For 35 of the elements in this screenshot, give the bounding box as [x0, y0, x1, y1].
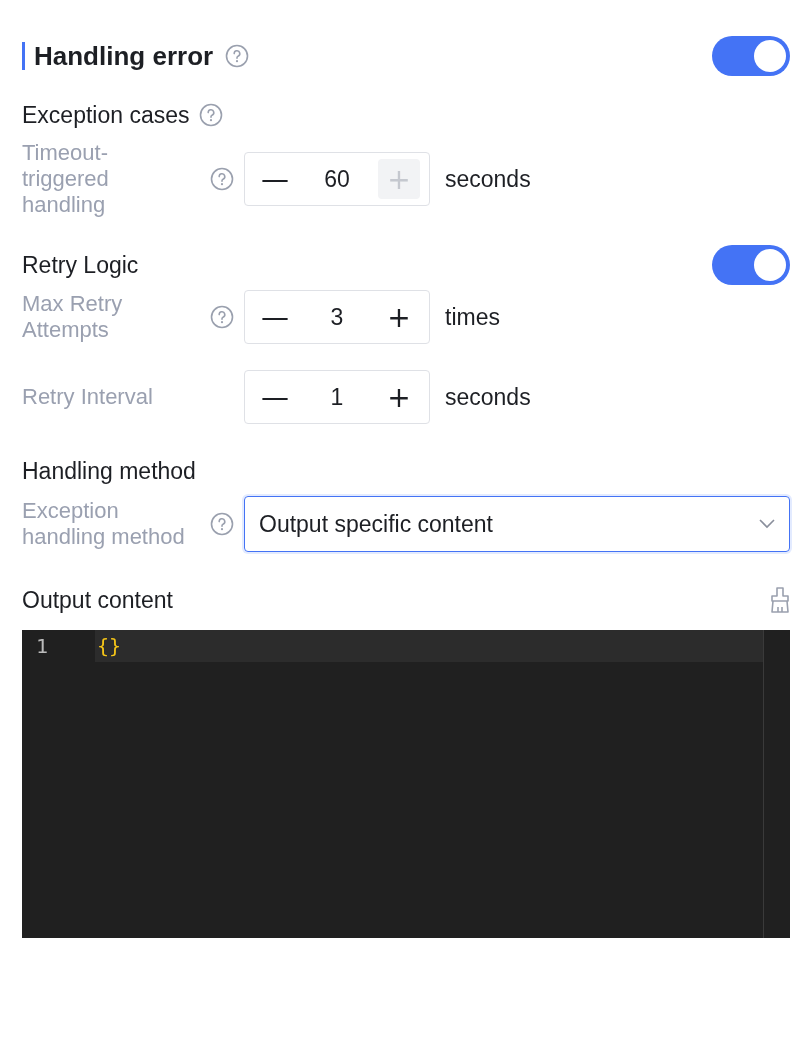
- stepper-value: 1: [330, 383, 344, 411]
- group-title: Retry Logic: [22, 251, 139, 279]
- select-field[interactable]: Output specific content: [244, 496, 790, 552]
- unit-label: seconds: [445, 165, 531, 193]
- help-icon: [210, 167, 234, 191]
- section-title: Handling error: [34, 40, 214, 72]
- field-label: Timeout-triggered handling: [22, 140, 110, 218]
- toggle-switch[interactable]: [712, 245, 790, 285]
- stepper-value: 60: [324, 165, 350, 193]
- field-label: Exception handling method: [22, 498, 186, 550]
- help-icon: [199, 103, 224, 127]
- group-title: Exception cases: [22, 101, 190, 129]
- stepper-value: 3: [330, 303, 344, 331]
- help-icon: [225, 44, 250, 68]
- unit-label: times: [445, 303, 500, 331]
- field-label: Max Retry Attempts: [22, 291, 124, 343]
- unit-label: seconds: [445, 383, 531, 411]
- output-title: Output content: [22, 586, 173, 614]
- toggle-switch[interactable]: [712, 36, 790, 76]
- increment-button[interactable]: +: [378, 377, 420, 417]
- decrement-button[interactable]: —: [254, 377, 296, 417]
- help-icon: [210, 305, 234, 329]
- number-stepper[interactable]: — 1 +: [244, 370, 430, 424]
- brush-icon[interactable]: [770, 587, 790, 613]
- increment-button[interactable]: +: [378, 297, 420, 337]
- code-editor[interactable]: 1 {}: [22, 630, 790, 938]
- chevron-down-icon: [759, 519, 775, 529]
- decrement-button[interactable]: —: [254, 297, 296, 337]
- help-icon: [210, 512, 234, 536]
- field-label: Retry Interval: [22, 384, 154, 410]
- number-stepper[interactable]: — 60 +: [244, 152, 430, 206]
- line-number: 1: [35, 634, 50, 658]
- group-title: Handling method: [22, 457, 196, 485]
- decrement-button[interactable]: —: [254, 159, 296, 199]
- number-stepper[interactable]: — 3 +: [244, 290, 430, 344]
